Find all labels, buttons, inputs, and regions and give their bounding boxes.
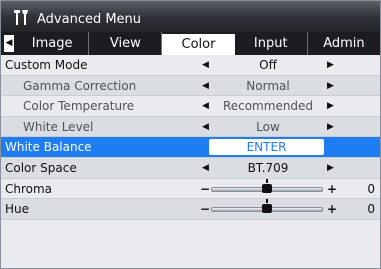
chroma-label: Chroma bbox=[5, 181, 53, 196]
hue-slider-thumb[interactable] bbox=[262, 199, 272, 214]
window-title: Advanced Menu bbox=[37, 12, 142, 27]
white-level-label: White Level bbox=[23, 119, 94, 134]
tab-bar: ◀ Image View Color Input Admin bbox=[1, 32, 380, 55]
color-temperature-label: Color Temperature bbox=[23, 99, 135, 114]
hue-plus-icon[interactable]: + bbox=[327, 199, 337, 220]
color-space-right-arrow-icon[interactable]: ▶ bbox=[327, 158, 334, 179]
white-level-left-arrow-icon[interactable]: ◀ bbox=[202, 117, 209, 138]
white-balance-label: White Balance bbox=[5, 140, 92, 155]
color-temp-right-arrow-icon[interactable]: ▶ bbox=[327, 96, 334, 117]
color-temp-left-arrow-icon[interactable]: ◀ bbox=[202, 96, 209, 117]
custom-mode-left-arrow-icon[interactable]: ◀ bbox=[202, 55, 209, 76]
white-balance-row[interactable]: White Balance ENTER bbox=[1, 137, 380, 158]
chroma-slider-thumb[interactable] bbox=[262, 178, 272, 193]
gamma-correction-label: Gamma Correction bbox=[23, 78, 137, 93]
color-space-value: BT.709 bbox=[247, 160, 289, 175]
settings-list: Custom Mode ◀ Off ▶ Gamma Correction ◀ N… bbox=[1, 55, 380, 220]
tab-admin[interactable]: Admin bbox=[308, 32, 380, 55]
advanced-menu-window: Advanced Menu ◀ Image View Color Input A… bbox=[0, 0, 381, 269]
gamma-correction-row[interactable]: Gamma Correction ◀ Normal ▶ bbox=[1, 75, 380, 97]
chroma-minus-icon[interactable]: − bbox=[200, 179, 210, 200]
custom-mode-label: Custom Mode bbox=[5, 58, 88, 72]
wrench-screwdriver-icon bbox=[11, 9, 35, 27]
custom-mode-value: Off bbox=[259, 58, 277, 72]
gamma-correction-value: Normal bbox=[246, 78, 290, 93]
title-bar: Advanced Menu bbox=[1, 1, 380, 32]
gamma-left-arrow-icon[interactable]: ◀ bbox=[202, 76, 209, 97]
white-level-value: Low bbox=[256, 119, 280, 134]
white-level-right-arrow-icon[interactable]: ▶ bbox=[327, 117, 334, 138]
custom-mode-row[interactable]: Custom Mode ◀ Off ▶ bbox=[1, 55, 380, 76]
tab-view[interactable]: View bbox=[89, 32, 163, 55]
tab-scroll-left-icon[interactable]: ◀ bbox=[4, 35, 14, 52]
hue-label: Hue bbox=[5, 202, 30, 217]
tab-input[interactable]: Input bbox=[235, 32, 308, 55]
hue-row[interactable]: Hue − + 0 bbox=[1, 199, 380, 220]
color-space-label: Color Space bbox=[5, 160, 77, 175]
gamma-right-arrow-icon[interactable]: ▶ bbox=[327, 76, 334, 97]
chroma-plus-icon[interactable]: + bbox=[327, 179, 337, 200]
hue-value: 0 bbox=[367, 202, 375, 217]
color-temperature-value: Recommended bbox=[222, 99, 314, 114]
tab-color[interactable]: Color bbox=[162, 34, 235, 55]
custom-mode-right-arrow-icon[interactable]: ▶ bbox=[327, 55, 334, 76]
color-space-row[interactable]: Color Space ◀ BT.709 ▶ bbox=[1, 157, 380, 179]
white-level-row[interactable]: White Level ◀ Low ▶ bbox=[1, 116, 380, 138]
tab-image[interactable]: Image bbox=[16, 32, 90, 55]
white-balance-enter-button[interactable]: ENTER bbox=[209, 139, 324, 156]
hue-minus-icon[interactable]: − bbox=[200, 199, 210, 220]
chroma-value: 0 bbox=[367, 181, 375, 196]
chroma-row[interactable]: Chroma − + 0 bbox=[1, 178, 380, 200]
color-space-left-arrow-icon[interactable]: ◀ bbox=[202, 158, 209, 179]
color-temperature-row[interactable]: Color Temperature ◀ Recommended ▶ bbox=[1, 96, 380, 117]
